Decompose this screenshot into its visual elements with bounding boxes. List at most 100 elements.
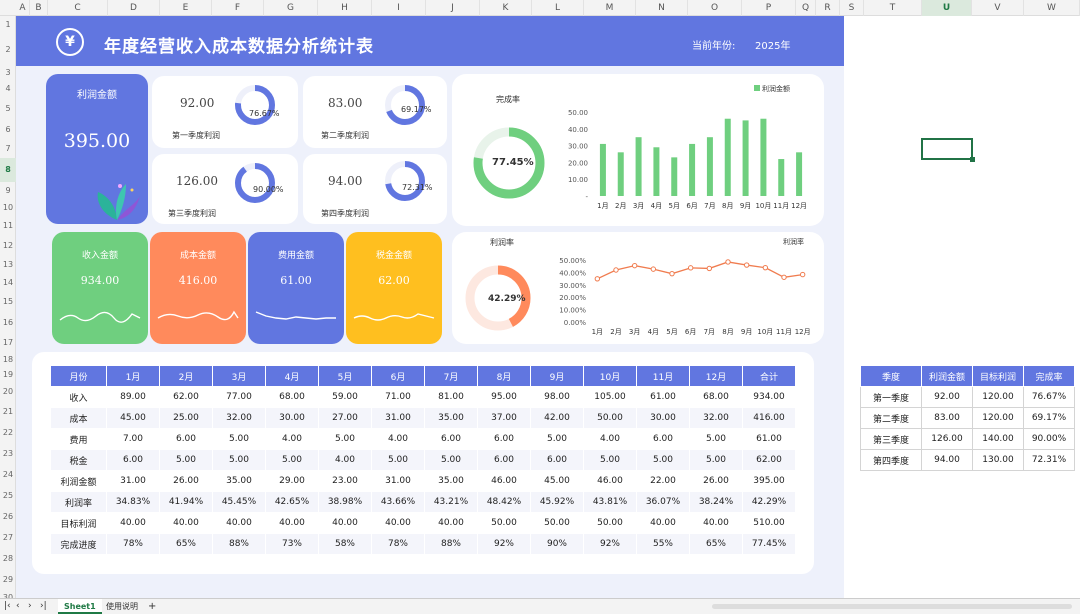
side-table-cell[interactable]: 92.00 [921, 386, 973, 408]
table-cell[interactable]: 税金 [50, 449, 107, 471]
row-header-12[interactable]: 12 [0, 236, 16, 256]
table-cell[interactable]: 23.00 [318, 470, 372, 492]
table-cell[interactable]: 26.00 [159, 470, 213, 492]
table-cell[interactable]: 29.00 [265, 470, 319, 492]
table-header-cell[interactable]: 7月 [424, 365, 478, 387]
table-cell[interactable]: 成本 [50, 407, 107, 429]
table-cell[interactable]: 40.00 [424, 512, 478, 534]
table-cell[interactable]: 62.00 [742, 449, 796, 471]
table-cell[interactable]: 42.65% [265, 491, 319, 513]
table-cell[interactable]: 31.00 [371, 407, 425, 429]
table-cell[interactable]: 利润率 [50, 491, 107, 513]
table-cell[interactable]: 5.00 [424, 449, 478, 471]
table-cell[interactable]: 4.00 [318, 449, 372, 471]
row-header-8[interactable]: 8 [0, 158, 16, 182]
row-header-11[interactable]: 11 [0, 216, 16, 236]
table-cell[interactable]: 50.00 [583, 407, 637, 429]
table-cell[interactable]: 费用 [50, 428, 107, 450]
table-cell[interactable]: 95.00 [477, 386, 531, 408]
table-cell[interactable]: 35.00 [424, 470, 478, 492]
table-header-cell[interactable]: 5月 [318, 365, 372, 387]
table-cell[interactable]: 40.00 [106, 512, 160, 534]
table-cell[interactable]: 50.00 [530, 512, 584, 534]
table-cell[interactable]: 5.00 [318, 428, 372, 450]
table-cell[interactable]: 5.00 [371, 449, 425, 471]
table-cell[interactable]: 4.00 [583, 428, 637, 450]
side-table-cell[interactable]: 83.00 [921, 407, 973, 429]
column-header-d[interactable]: D [108, 0, 160, 16]
table-cell[interactable]: 4.00 [265, 428, 319, 450]
table-cell[interactable]: 77.00 [212, 386, 266, 408]
table-cell[interactable]: 68.00 [265, 386, 319, 408]
side-table-cell[interactable]: 69.17% [1023, 407, 1075, 429]
table-cell[interactable]: 43.21% [424, 491, 478, 513]
column-header-e[interactable]: E [160, 0, 212, 16]
row-header-25[interactable]: 25 [0, 486, 16, 506]
row-header-21[interactable]: 21 [0, 402, 16, 422]
table-cell[interactable]: 88% [212, 533, 266, 555]
table-header-cell[interactable]: 合计 [742, 365, 796, 387]
table-cell[interactable]: 43.81% [583, 491, 637, 513]
table-cell[interactable]: 37.00 [477, 407, 531, 429]
row-header-28[interactable]: 28 [0, 548, 16, 570]
column-header-r[interactable]: R [816, 0, 840, 16]
table-cell[interactable]: 98.00 [530, 386, 584, 408]
table-cell[interactable]: 5.00 [212, 428, 266, 450]
add-sheet-button[interactable]: + [142, 599, 162, 614]
table-header-cell[interactable]: 8月 [477, 365, 531, 387]
row-header-13[interactable]: 13 [0, 256, 16, 274]
year-value[interactable]: 2025年 [755, 37, 790, 52]
table-cell[interactable]: 40.00 [212, 512, 266, 534]
table-cell[interactable]: 40.00 [159, 512, 213, 534]
table-cell[interactable]: 934.00 [742, 386, 796, 408]
side-table-cell[interactable]: 140.00 [972, 428, 1024, 450]
table-cell[interactable]: 68.00 [689, 386, 743, 408]
side-table-header-cell[interactable]: 目标利润 [972, 365, 1024, 387]
column-header-c[interactable]: C [48, 0, 108, 16]
row-header-27[interactable]: 27 [0, 528, 16, 548]
row-header-10[interactable]: 10 [0, 200, 16, 216]
row-header-15[interactable]: 15 [0, 292, 16, 312]
column-header-f[interactable]: F [212, 0, 264, 16]
table-cell[interactable]: 58% [318, 533, 372, 555]
table-cell[interactable]: 7.00 [106, 428, 160, 450]
table-cell[interactable]: 45.00 [106, 407, 160, 429]
row-header-20[interactable]: 20 [0, 382, 16, 402]
table-cell[interactable]: 105.00 [583, 386, 637, 408]
side-table-header-cell[interactable]: 利润金额 [921, 365, 973, 387]
table-cell[interactable]: 36.07% [636, 491, 690, 513]
table-header-cell[interactable]: 1月 [106, 365, 160, 387]
column-header-b[interactable]: B [30, 0, 48, 16]
table-cell[interactable]: 完成进度 [50, 533, 107, 555]
table-header-cell[interactable]: 9月 [530, 365, 584, 387]
table-cell[interactable]: 5.00 [689, 428, 743, 450]
column-header-l[interactable]: L [532, 0, 584, 16]
row-header-9[interactable]: 9 [0, 182, 16, 200]
table-cell[interactable]: 30.00 [265, 407, 319, 429]
table-cell[interactable]: 38.98% [318, 491, 372, 513]
table-cell[interactable]: 25.00 [159, 407, 213, 429]
table-cell[interactable]: 61.00 [742, 428, 796, 450]
column-header-j[interactable]: J [426, 0, 480, 16]
column-header-p[interactable]: P [742, 0, 796, 16]
row-header-17[interactable]: 17 [0, 334, 16, 352]
row-header-3[interactable]: 3 [0, 66, 16, 80]
last-sheet-nav-icon[interactable]: ›| [40, 601, 47, 611]
table-cell[interactable]: 92% [477, 533, 531, 555]
table-cell[interactable]: 6.00 [530, 449, 584, 471]
table-header-cell[interactable]: 3月 [212, 365, 266, 387]
table-cell[interactable]: 31.00 [371, 470, 425, 492]
table-cell[interactable]: 40.00 [318, 512, 372, 534]
sheet-tab-sheet1[interactable]: Sheet1 [58, 599, 102, 614]
side-table-header-cell[interactable]: 季度 [860, 365, 922, 387]
side-table-cell[interactable]: 第二季度 [860, 407, 922, 429]
table-cell[interactable]: 42.29% [742, 491, 796, 513]
column-header-n[interactable]: N [636, 0, 688, 16]
table-cell[interactable]: 40.00 [265, 512, 319, 534]
table-cell[interactable]: 40.00 [689, 512, 743, 534]
row-header-23[interactable]: 23 [0, 444, 16, 464]
table-cell[interactable]: 92% [583, 533, 637, 555]
table-cell[interactable]: 55% [636, 533, 690, 555]
table-cell[interactable]: 6.00 [477, 428, 531, 450]
table-cell[interactable]: 40.00 [636, 512, 690, 534]
